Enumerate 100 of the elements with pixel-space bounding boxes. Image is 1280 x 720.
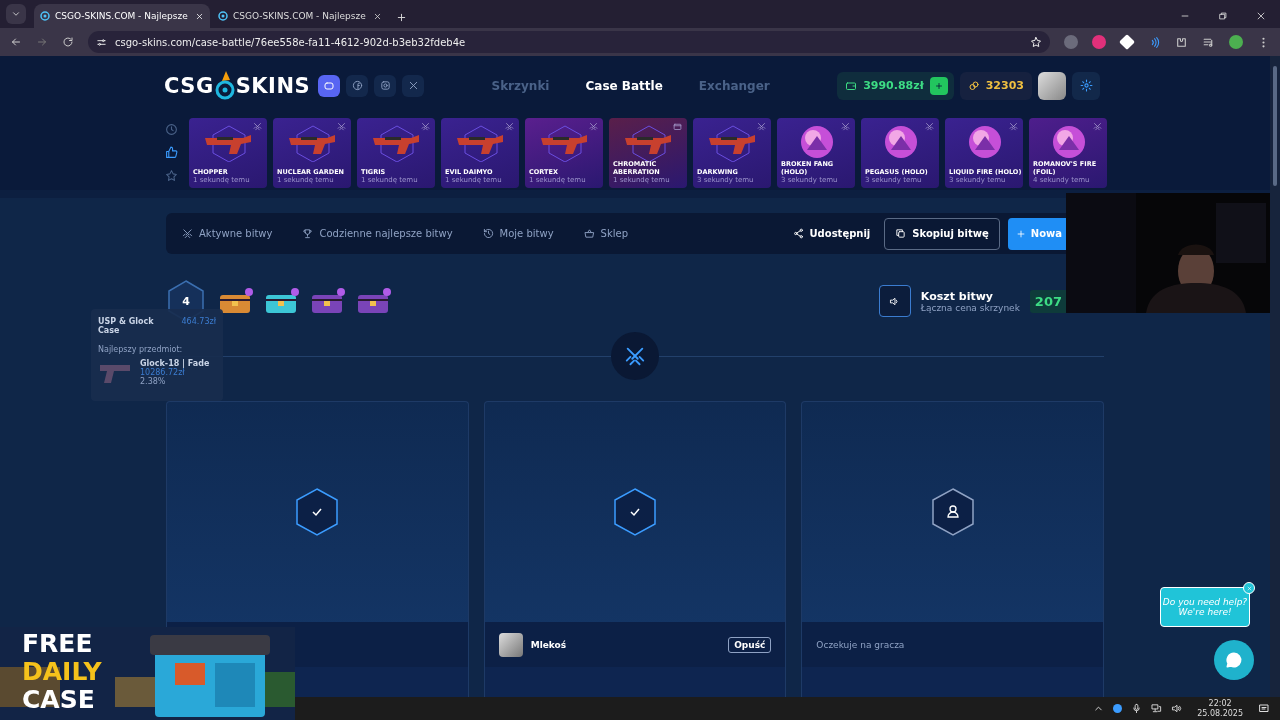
browser-tab[interactable]: CSGO-SKINS.COM - Najlepsze xyxy=(34,4,210,28)
swords-icon xyxy=(589,121,598,131)
case-icon[interactable] xyxy=(218,287,254,315)
scrollbar[interactable] xyxy=(1270,56,1280,697)
swords-icon xyxy=(337,121,346,131)
extension-icon[interactable] xyxy=(1119,34,1135,50)
clock-icon xyxy=(165,123,178,136)
share-link[interactable]: Udostępnij xyxy=(792,228,871,239)
cost-subtitle: Łączna cena skrzynek xyxy=(920,302,1020,313)
swords-icon xyxy=(1093,121,1102,131)
shield-icon[interactable] xyxy=(1092,35,1106,49)
settings-icon xyxy=(1079,79,1093,92)
case-icon[interactable] xyxy=(264,287,300,315)
tray-icon[interactable] xyxy=(1113,704,1123,713)
notification-icon xyxy=(1258,702,1270,715)
case-name: USP & Glock Case xyxy=(98,317,155,335)
coins-amount: 32303 xyxy=(985,79,1024,92)
swords-icon xyxy=(757,121,766,131)
user-avatar[interactable] xyxy=(1038,71,1066,100)
instagram-button[interactable] xyxy=(374,74,397,97)
browser-tab[interactable]: CSGO-SKINS.COM - Najlepsze xyxy=(212,4,388,28)
logo-text[interactable]: CSG xyxy=(164,73,214,98)
wallet-icon xyxy=(845,79,858,92)
trophy-icon xyxy=(302,228,314,239)
site-icon xyxy=(218,11,228,21)
case-icon[interactable] xyxy=(356,287,392,315)
battle-cost: 207 xyxy=(1029,289,1066,313)
network-icon xyxy=(1151,703,1163,714)
promo-text: FREE xyxy=(22,630,94,658)
microphone-icon xyxy=(1131,703,1143,714)
player-name: Mlekoś xyxy=(530,639,567,650)
balance-display[interactable]: 3990.88zł xyxy=(837,71,954,100)
swords-icon xyxy=(505,121,514,131)
site-icon xyxy=(40,11,50,21)
copy-icon xyxy=(895,228,907,239)
nav-link[interactable]: Case Battle xyxy=(585,78,663,93)
sound-button[interactable] xyxy=(878,285,911,317)
settings-button[interactable] xyxy=(1072,71,1100,100)
plus-icon xyxy=(1015,228,1026,239)
restore-icon xyxy=(1218,11,1228,21)
promo-text: CASE xyxy=(22,686,96,714)
history-icon xyxy=(482,228,494,239)
speaker-icon xyxy=(889,295,901,307)
swords-icon xyxy=(253,121,262,131)
puzzle-icon xyxy=(1175,35,1188,49)
deposit-button[interactable] xyxy=(929,76,948,95)
help-text: Do you need help? xyxy=(1162,597,1248,607)
toolbar-link[interactable]: Moje bitwy xyxy=(482,228,554,239)
close-button[interactable] xyxy=(1243,582,1255,594)
toolbar-link[interactable]: Sklep xyxy=(583,228,628,239)
address-bar[interactable]: csgo-skins.com/case-battle/76ee558e-fa11-4612-902d-b3eb32fdeb4e xyxy=(88,31,1050,53)
basket-icon xyxy=(583,228,595,239)
player-avatar xyxy=(498,632,523,657)
toolbar-link[interactable]: Aktywne bitwy xyxy=(182,228,273,239)
best-item-label: Najlepszy przedmiot: xyxy=(98,345,184,354)
back-icon xyxy=(10,36,22,48)
profile-avatar[interactable] xyxy=(1229,35,1243,49)
instagram-icon xyxy=(379,80,391,91)
facebook-button[interactable] xyxy=(346,74,369,97)
forward-icon xyxy=(36,36,48,48)
chat-button[interactable] xyxy=(1214,640,1254,680)
close-icon xyxy=(1245,584,1253,592)
close-icon xyxy=(373,11,382,21)
chat-icon xyxy=(1224,650,1244,670)
discord-button[interactable] xyxy=(318,74,341,97)
x-button[interactable] xyxy=(402,74,425,97)
x-icon xyxy=(407,80,419,91)
crosshair-icon xyxy=(213,70,236,101)
promo-text: DAILY xyxy=(22,658,102,686)
toolbar-link[interactable]: Codzienne najlepsze bitwy xyxy=(302,228,453,239)
clock-time[interactable]: 22:02 xyxy=(1208,698,1232,709)
facebook-icon xyxy=(351,80,363,91)
item-name: Glock-18 | Fade xyxy=(140,359,210,368)
thumbs-up-icon xyxy=(165,146,178,159)
swords-icon xyxy=(925,121,934,131)
case-icon[interactable] xyxy=(310,287,346,315)
swords-icon xyxy=(421,121,430,131)
plus-icon xyxy=(933,80,944,91)
star-icon xyxy=(165,169,178,182)
chat-icon xyxy=(323,79,336,92)
help-text: We're here! xyxy=(1178,607,1232,617)
swords-icon xyxy=(1009,121,1018,131)
box-icon xyxy=(673,121,682,131)
swords-icon xyxy=(182,228,193,239)
site-settings-icon xyxy=(96,36,107,48)
coins-icon xyxy=(967,79,980,92)
swords-icon xyxy=(841,121,850,131)
share-icon xyxy=(792,228,804,239)
drop-chance: 2.38% xyxy=(140,377,167,386)
copy-battle-button[interactable]: Skopiuj bitwę xyxy=(884,217,1000,250)
chevron-down-icon xyxy=(11,9,21,19)
reload-icon xyxy=(62,36,74,48)
plus-icon xyxy=(396,12,407,23)
coins-display[interactable]: 32303 xyxy=(959,71,1032,100)
logo-text[interactable]: SKINS xyxy=(235,73,311,98)
clock-date[interactable]: 25.08.2025 xyxy=(1197,708,1243,719)
leave-button[interactable]: Opuść xyxy=(728,636,772,653)
close-icon xyxy=(1256,11,1266,21)
check-icon xyxy=(611,487,659,537)
close-icon xyxy=(195,11,204,21)
